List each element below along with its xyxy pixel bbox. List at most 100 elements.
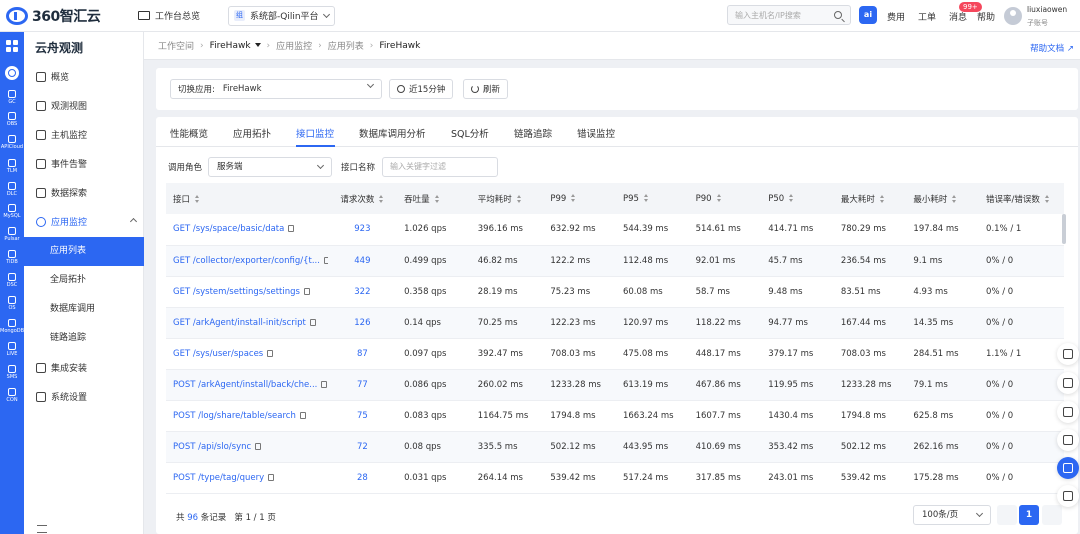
ai-assistant-button[interactable]: ai <box>859 6 877 24</box>
breadcrumb-item[interactable]: 工作空间 <box>158 39 194 52</box>
float-doc-button[interactable] <box>1057 372 1079 394</box>
avatar[interactable] <box>1004 7 1022 25</box>
col-header-api[interactable]: 接口 <box>166 183 328 214</box>
rail-item-dlc[interactable]: DLC <box>0 182 24 197</box>
copy-icon[interactable] <box>323 256 328 264</box>
nav-sub-global-topology[interactable]: 全局拓扑 <box>24 266 144 295</box>
api-name-cell[interactable]: GET /arkAgent/install-init/script <box>166 307 328 339</box>
host-search-input[interactable]: 输入主机名/IP搜索 <box>727 5 851 25</box>
col-header-min[interactable]: 最小耗时 <box>906 183 980 214</box>
sort-icon[interactable] <box>643 194 649 202</box>
sort-icon[interactable] <box>1044 195 1050 203</box>
workspace-overview-button[interactable]: 工作台总览 <box>132 6 206 26</box>
current-page-button[interactable]: 1 <box>1019 505 1039 525</box>
sort-icon[interactable] <box>195 195 200 203</box>
request-count-cell[interactable]: 126 <box>327 307 398 339</box>
nav-item-overview[interactable]: 概览 <box>24 62 144 91</box>
rail-item-tidb[interactable]: TiDB <box>0 250 24 265</box>
sort-icon[interactable] <box>716 194 722 202</box>
rail-item-mysql[interactable]: MySQL <box>0 204 24 219</box>
copy-icon[interactable] <box>255 442 262 450</box>
nav-item-app-monitor[interactable]: 应用监控 <box>24 207 144 236</box>
request-count-cell[interactable]: 72 <box>327 431 398 463</box>
col-header-throughput[interactable]: 吞吐量 <box>397 183 471 214</box>
copy-icon[interactable] <box>299 411 306 419</box>
observability-icon[interactable] <box>5 66 19 80</box>
collapse-menu-icon[interactable] <box>37 525 47 533</box>
refresh-button[interactable]: 刷新 <box>463 79 509 99</box>
col-header-p95[interactable]: P95 <box>615 183 689 214</box>
request-count-cell[interactable]: 923 <box>327 214 398 246</box>
tab-topology[interactable]: 应用拓扑 <box>233 126 271 140</box>
tab-error-monitor[interactable]: 错误监控 <box>577 126 615 140</box>
rail-item-gc[interactable]: GC <box>0 90 24 105</box>
switch-app-select[interactable]: 切换应用: FireHawk <box>170 79 382 99</box>
rail-item-obs[interactable]: OBS <box>0 112 24 127</box>
rail-item-sms[interactable]: SMS <box>0 365 24 380</box>
request-count-cell[interactable]: 322 <box>327 276 398 308</box>
col-header-requests[interactable]: 请求次数 <box>327 183 398 214</box>
nav-item-alerts[interactable]: 事件告警 <box>24 149 144 178</box>
rail-item-live[interactable]: LIVE <box>0 342 24 357</box>
copy-icon[interactable] <box>303 287 310 295</box>
tab-db-call-analysis[interactable]: 数据库调用分析 <box>359 126 426 140</box>
help-link[interactable]: 帮助 <box>977 10 995 23</box>
float-bot-button[interactable] <box>1057 401 1079 423</box>
nav-sub-app-list[interactable]: 应用列表 <box>24 237 144 266</box>
float-mail-button[interactable] <box>1057 343 1079 365</box>
float-ai-button[interactable] <box>1057 485 1079 507</box>
request-count-cell[interactable]: 77 <box>327 369 398 401</box>
next-page-button[interactable] <box>1042 505 1062 525</box>
nav-item-settings[interactable]: 系统设置 <box>24 382 144 411</box>
search-icon[interactable] <box>834 11 842 19</box>
copy-icon[interactable] <box>268 473 275 481</box>
col-header-error-rate[interactable]: 错误率/错误数 <box>979 183 1064 214</box>
sort-icon[interactable] <box>516 195 522 203</box>
nav-sub-db-calls[interactable]: 数据库调用 <box>24 295 144 324</box>
copy-icon[interactable] <box>288 225 295 233</box>
sort-icon[interactable] <box>571 194 576 202</box>
nav-sub-tracing[interactable]: 链路追踪 <box>24 324 144 353</box>
api-name-cell[interactable]: POST /api/slo/sync <box>166 431 328 463</box>
float-feedback-button[interactable] <box>1057 457 1079 479</box>
tab-tracing[interactable]: 链路追踪 <box>514 126 552 140</box>
org-select[interactable]: 组 系统部-Qilin平台 <box>228 5 335 26</box>
ticket-link[interactable]: 工单 <box>918 10 936 23</box>
col-header-p99[interactable]: P99 <box>543 183 616 214</box>
col-header-max[interactable]: 最大耗时 <box>833 183 907 214</box>
api-name-cell[interactable]: POST /arkAgent/install/back/che... <box>166 369 328 401</box>
request-count-cell[interactable]: 449 <box>327 245 398 277</box>
request-count-cell[interactable]: 87 <box>327 338 398 370</box>
rail-item-dsc[interactable]: DSC <box>0 273 24 288</box>
sort-icon[interactable] <box>952 195 957 203</box>
logo[interactable]: 360智汇云 <box>6 6 132 26</box>
user-name[interactable]: liuxiaowen <box>1027 5 1067 14</box>
copy-icon[interactable] <box>309 318 316 326</box>
api-name-cell[interactable]: GET /system/settings/settings <box>166 276 328 308</box>
request-count-cell[interactable]: 28 <box>327 462 398 494</box>
rail-item-os[interactable]: OS <box>0 296 24 311</box>
sort-icon[interactable] <box>879 195 885 203</box>
prev-page-button[interactable] <box>997 505 1017 525</box>
col-header-p50[interactable]: P50 <box>761 183 834 214</box>
float-qrcode-button[interactable] <box>1057 429 1079 451</box>
nav-item-integration[interactable]: 集成安装 <box>24 353 144 382</box>
api-name-cell[interactable]: GET /collector/exporter/config/{t... <box>166 245 328 277</box>
rail-item-mongodb[interactable]: MongoDB <box>0 319 24 334</box>
nav-item-views[interactable]: 观测视图 <box>24 91 144 120</box>
apps-grid-icon[interactable] <box>6 40 18 52</box>
help-doc-link[interactable]: 帮助文档 ↗ <box>1030 42 1074 54</box>
nav-item-data-explore[interactable]: 数据探索 <box>24 178 144 207</box>
tab-sql-analysis[interactable]: SQL分析 <box>451 126 489 140</box>
breadcrumb-workspace[interactable]: FireHawk <box>210 41 261 51</box>
copy-icon[interactable] <box>321 380 328 388</box>
role-select[interactable]: 服务端 <box>208 157 332 177</box>
time-range-button[interactable]: 近15分钟 <box>389 79 454 99</box>
table-scrollbar[interactable] <box>1062 214 1066 244</box>
rail-item-apicloud[interactable]: APICloud <box>0 135 24 150</box>
sort-icon[interactable] <box>434 195 440 203</box>
breadcrumb-item[interactable]: 应用监控 <box>276 39 312 52</box>
api-name-cell[interactable]: GET /sys/user/spaces <box>166 338 328 370</box>
page-size-select[interactable]: 100条/页 <box>913 505 991 525</box>
rail-item-con[interactable]: CON <box>0 388 24 403</box>
